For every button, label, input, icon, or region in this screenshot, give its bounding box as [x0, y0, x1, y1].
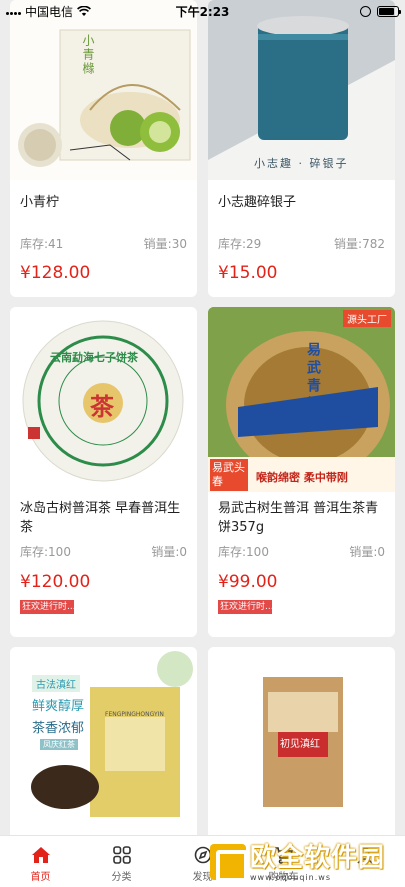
- product-image-art: [18, 29, 191, 167]
- product-image-text: 易武青饼: [305, 342, 321, 414]
- tab-profile[interactable]: [324, 836, 405, 887]
- image-box-text: FENGPINGHONGYIN: [105, 711, 164, 718]
- product-image-art: [208, 0, 395, 160]
- carrier-label: 中国电信: [25, 4, 74, 19]
- price-label: ¥120.00: [20, 572, 91, 592]
- price-label: ¥128.00: [20, 263, 91, 283]
- product-image-text: 小青橼: [81, 34, 95, 76]
- discover-icon: [193, 845, 213, 865]
- status-bar: 中国电信 下午2:23: [0, 0, 405, 22]
- promo-badge: 狂欢进行时...: [20, 600, 74, 614]
- image-badge: 源头工厂: [343, 310, 391, 327]
- battery-icon: [377, 5, 401, 17]
- product-meta: 库存:29 销量:782: [208, 235, 395, 252]
- product-card[interactable]: 古法滇红 鲜爽醇厚 茶香浓郁 凤庆红茶 FENGPINGHONGYIN: [10, 647, 197, 847]
- product-image: 小志趣 · 碎银子: [208, 0, 395, 180]
- product-image: 小青橼: [10, 0, 197, 180]
- tab-home[interactable]: 首页: [0, 836, 81, 887]
- product-card[interactable]: 小青橼 小青柠 库存:41 销量:30 ¥128.00: [10, 0, 197, 297]
- stock-label: 库存:41: [20, 237, 64, 251]
- product-image-mark: 茶: [90, 393, 114, 421]
- sales-label: 销量:782: [334, 237, 385, 251]
- product-meta: 库存:100 销量:0: [10, 543, 197, 560]
- status-right: [360, 5, 401, 17]
- price-label: ¥99.00: [218, 572, 278, 592]
- image-line-2: 茶香浓郁: [32, 721, 85, 736]
- sales-label: 销量:0: [151, 545, 187, 559]
- wifi-icon: [77, 5, 91, 16]
- tab-label: 首页: [30, 872, 51, 883]
- product-meta: 库存:41 销量:30: [10, 235, 197, 252]
- product-card[interactable]: 源头工厂 易武青饼 易武头春 喉韵绵密 柔中带刚 易武古树生普洱 普洱生茶青饼3…: [208, 307, 395, 637]
- product-image-text: 云南勐海七子饼茶: [50, 351, 138, 364]
- product-image-text: 小志趣 · 碎银子: [254, 157, 349, 170]
- cart-icon: [274, 845, 294, 865]
- stock-label: 库存:29: [218, 237, 262, 251]
- product-title[interactable]: 小青柠: [10, 193, 69, 212]
- product-title[interactable]: 易武古树生普洱 普洱生茶青饼357g: [208, 499, 395, 537]
- image-left-label: 易武头春: [210, 459, 248, 491]
- stock-label: 库存:100: [218, 545, 269, 559]
- sales-label: 销量:30: [143, 237, 187, 251]
- image-line-1: 鲜爽醇厚: [32, 699, 85, 714]
- product-image-text: 初见滇红: [280, 739, 320, 750]
- promo-badge: 狂欢进行时...: [218, 600, 272, 614]
- product-image: 云南勐海七子饼茶 茶: [10, 307, 197, 487]
- product-image: 源头工厂 易武青饼 易武头春 喉韵绵密 柔中带刚: [208, 307, 395, 492]
- product-image: 初见滇红: [208, 647, 395, 827]
- product-image-art: [31, 651, 193, 817]
- user-icon: [355, 845, 375, 865]
- sales-label: 销量:0: [349, 545, 385, 559]
- product-title[interactable]: 冰岛古树普洱茶 早春普洱生茶: [10, 499, 197, 537]
- tab-label: 发现: [192, 872, 213, 883]
- product-card[interactable]: 初见滇红: [208, 647, 395, 847]
- image-sub: 凤庆红茶: [40, 739, 78, 750]
- tab-label: 分类: [111, 872, 132, 883]
- product-image: 古法滇红 鲜爽醇厚 茶香浓郁 凤庆红茶 FENGPINGHONGYIN: [10, 647, 197, 827]
- status-left: 中国电信: [6, 3, 91, 20]
- tab-discover[interactable]: 发现: [162, 836, 243, 887]
- grid-icon: [112, 845, 132, 865]
- home-icon: [31, 845, 51, 865]
- price-label: ¥15.00: [218, 263, 278, 283]
- image-slogan: 喉韵绵密 柔中带刚: [256, 471, 348, 484]
- signal-icon: [6, 7, 21, 15]
- product-card[interactable]: 云南勐海七子饼茶 茶 冰岛古树普洱茶 早春普洱生茶 库存:100 销量:0 ¥1…: [10, 307, 197, 637]
- product-meta: 库存:100 销量:0: [208, 543, 395, 560]
- bottom-tab-bar: 首页 分类 发现 购物车: [0, 835, 405, 887]
- tab-category[interactable]: 分类: [81, 836, 162, 887]
- orientation-lock-icon: [360, 5, 371, 17]
- tab-label: 购物车: [268, 872, 299, 883]
- product-title[interactable]: 小志趣碎银子: [208, 193, 306, 212]
- product-card[interactable]: 小志趣 · 碎银子 小志趣碎银子 库存:29 销量:782 ¥15.00: [208, 0, 395, 297]
- tab-cart[interactable]: 购物车: [243, 836, 324, 887]
- stock-label: 库存:100: [20, 545, 71, 559]
- image-tag: 古法滇红: [32, 675, 80, 692]
